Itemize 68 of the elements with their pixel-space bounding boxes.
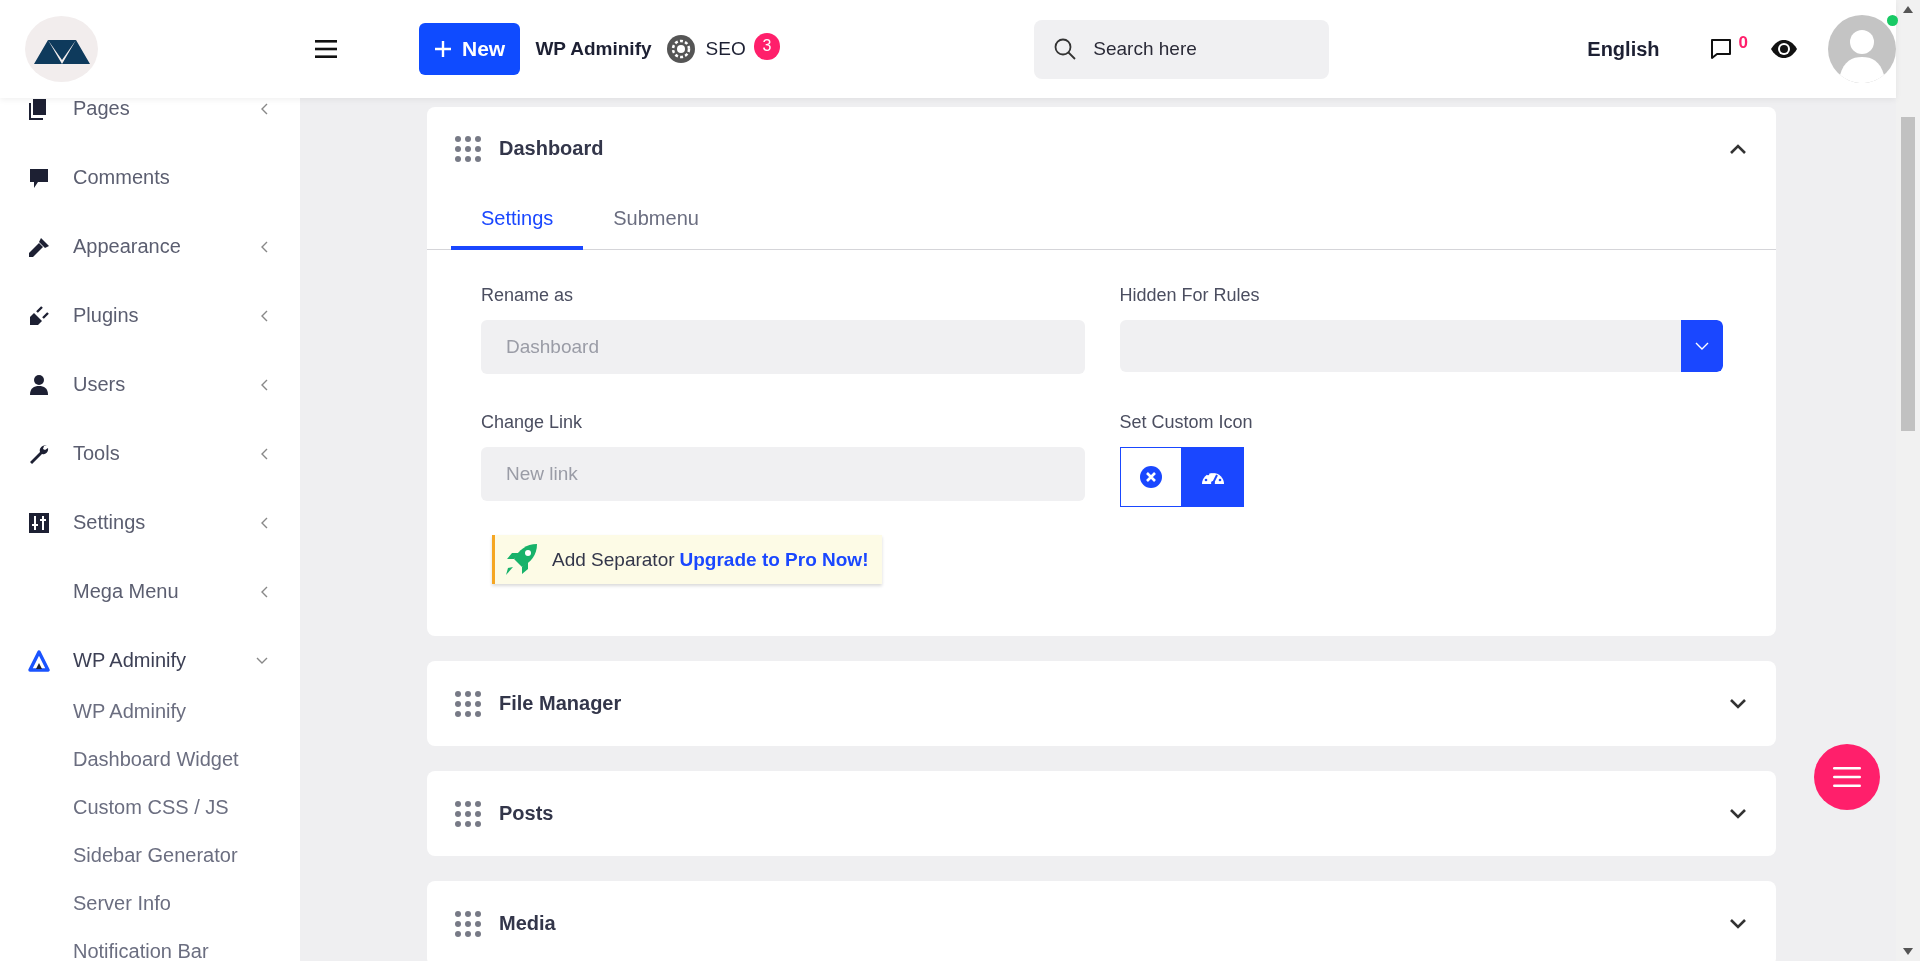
submenu-item[interactable]: Dashboard Widget (0, 735, 300, 783)
comments-button[interactable] (1708, 37, 1733, 61)
drag-handle-icon (455, 910, 481, 937)
panel-title: Media (499, 912, 557, 935)
scroll-up-arrow-icon (1903, 6, 1913, 13)
field-label: Rename as (481, 285, 575, 306)
sidebar-item[interactable]: Pages (0, 98, 300, 143)
gear-icon (665, 34, 696, 64)
user-icon (28, 373, 50, 396)
upgrade-link[interactable]: Upgrade to Pro Now! (679, 548, 869, 571)
wrench-icon (28, 442, 50, 465)
menu-button[interactable] (314, 37, 338, 61)
speech-bubble-icon (28, 166, 50, 189)
seo-link[interactable]: SEO (665, 34, 746, 64)
field-label: Set Custom Icon (1119, 412, 1254, 433)
plus-icon (433, 40, 452, 58)
close-icon (1139, 466, 1162, 488)
chevron-down-icon (1695, 342, 1709, 350)
panel-title: Posts (499, 802, 555, 825)
sidebar-item[interactable]: Appearance (0, 212, 300, 281)
dropdown-field[interactable] (1119, 320, 1723, 372)
tab[interactable]: Submenu (583, 190, 729, 250)
sliders-icon (28, 511, 50, 534)
site-name-link[interactable]: WP Adminify (535, 38, 652, 60)
submenu-item[interactable]: Notification Bar (0, 927, 300, 961)
comment-count: 0 (1738, 33, 1748, 53)
remove-icon-button[interactable] (1119, 447, 1182, 507)
sidebar-item[interactable]: Settings (0, 488, 300, 557)
submenu-item[interactable]: Sidebar Generator (0, 831, 300, 879)
chevron-icon (1729, 807, 1747, 820)
sidebar-item[interactable]: Comments (0, 143, 300, 212)
chevron-icon (1729, 917, 1747, 930)
notice-text: Add Separator (552, 548, 675, 571)
drag-handle-icon (455, 690, 481, 717)
scroll-down-arrow-icon (1903, 948, 1913, 955)
chevron-icon (1729, 142, 1747, 155)
chevron-icon (1729, 697, 1747, 710)
submenu-item[interactable]: Custom CSS / JS (0, 783, 300, 831)
drag-handle-icon (455, 800, 481, 827)
tab[interactable]: Settings (451, 190, 584, 250)
field-label: Change Link (481, 412, 584, 433)
eye-icon (1770, 39, 1798, 59)
brush-icon (28, 235, 50, 258)
panel-title: Dashboard (499, 137, 605, 160)
submenu-item[interactable]: Server Info (0, 879, 300, 927)
preview-button[interactable] (1770, 39, 1798, 59)
drag-handle-icon (455, 135, 481, 162)
language-link[interactable]: English (1587, 37, 1660, 61)
new-button[interactable]: New (418, 23, 521, 75)
sidebar-item[interactable]: Users (0, 350, 300, 419)
search-icon (1053, 36, 1078, 61)
input-field[interactable]: Dashboard (481, 320, 1085, 374)
field-label: Hidden For Rules (1119, 285, 1261, 306)
menu-icon (314, 40, 337, 58)
speech-bubble-icon (1708, 37, 1733, 61)
menu-icon (1833, 767, 1861, 787)
plug-icon (28, 304, 50, 327)
panel-title: File Manager (499, 692, 623, 715)
input-field[interactable]: New link (481, 447, 1085, 501)
sidebar-item[interactable]: Plugins (0, 281, 300, 350)
icon-option-button[interactable] (1181, 447, 1244, 507)
sidebar-item[interactable]: Mega Menu (0, 557, 300, 626)
sidebar-item[interactable]: Tools (0, 419, 300, 488)
scrollbar-thumb[interactable] (1901, 117, 1915, 431)
search-field[interactable]: Search here (1034, 19, 1330, 79)
notification-badge: 3 (753, 32, 781, 60)
triangle-logo-icon (28, 649, 50, 672)
rocket-icon (504, 542, 538, 577)
